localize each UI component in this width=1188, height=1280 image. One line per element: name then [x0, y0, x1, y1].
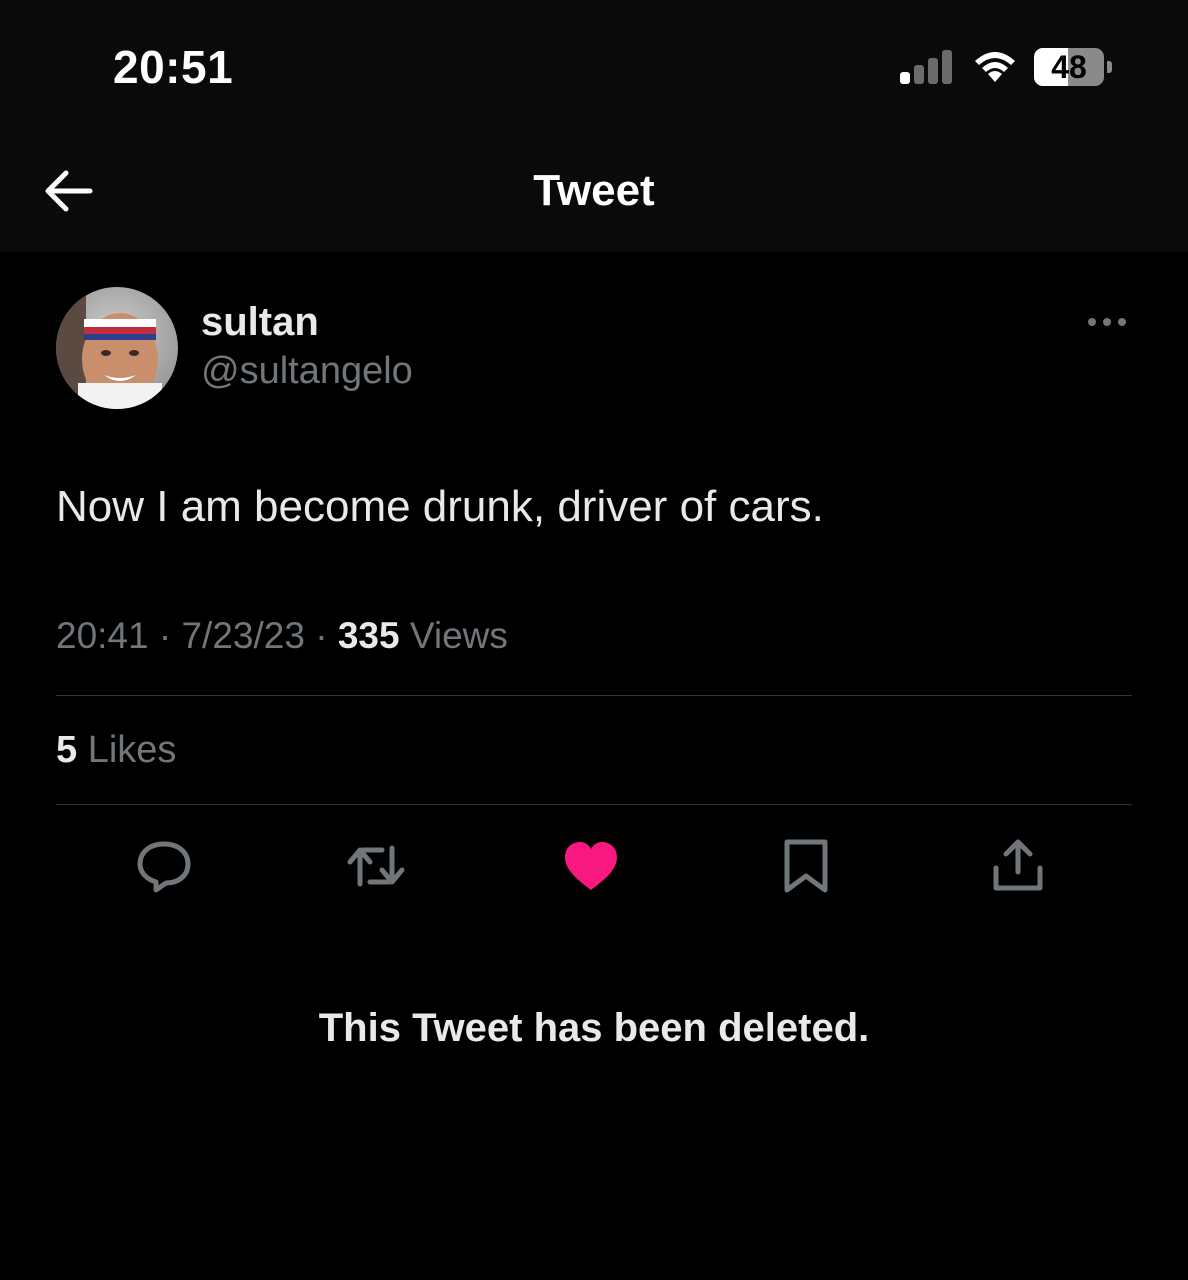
tweet-metadata: 20:41 · 7/23/23 · 335 Views	[56, 615, 508, 657]
views-count[interactable]: 335	[338, 615, 400, 656]
avatar-image	[56, 287, 178, 409]
views-label: Views	[399, 615, 508, 656]
avatar[interactable]	[56, 287, 178, 409]
meta-separator: ·	[304, 615, 338, 656]
battery-indicator: 48	[1034, 48, 1114, 86]
wifi-icon	[975, 52, 1015, 82]
battery-body: 48	[1034, 48, 1104, 86]
reply-button[interactable]	[134, 838, 194, 894]
likes-summary[interactable]: 5 Likes	[56, 729, 176, 772]
deleted-notice: This Tweet has been deleted.	[318, 1006, 870, 1050]
share-button[interactable]	[988, 838, 1048, 894]
retweet-button[interactable]	[346, 838, 406, 894]
author-handle[interactable]: @sultangelo	[201, 350, 413, 393]
battery-tip	[1107, 61, 1112, 73]
status-time: 20:51	[113, 41, 234, 93]
tweet-date: 7/23/23	[181, 615, 305, 656]
likes-label: Likes	[77, 729, 177, 771]
author-display-name[interactable]: sultan	[201, 300, 319, 345]
cellular-signal-icon	[900, 50, 952, 84]
heart-icon	[565, 842, 617, 890]
divider	[56, 804, 1132, 805]
divider	[56, 695, 1132, 696]
like-button[interactable]	[561, 838, 621, 894]
reply-icon	[137, 841, 191, 893]
tweet-time: 20:41	[56, 615, 149, 656]
bookmark-button[interactable]	[776, 838, 836, 894]
bookmark-icon	[784, 839, 828, 893]
retweet-icon	[347, 845, 405, 887]
share-icon	[993, 839, 1043, 891]
likes-count: 5	[56, 729, 78, 771]
more-options-icon[interactable]	[1086, 312, 1128, 332]
battery-percentage: 48	[1051, 49, 1087, 85]
page-title: Tweet	[533, 166, 655, 215]
meta-separator: ·	[148, 615, 182, 656]
tweet-text: Now I am become drunk, driver of cars.	[56, 482, 824, 531]
